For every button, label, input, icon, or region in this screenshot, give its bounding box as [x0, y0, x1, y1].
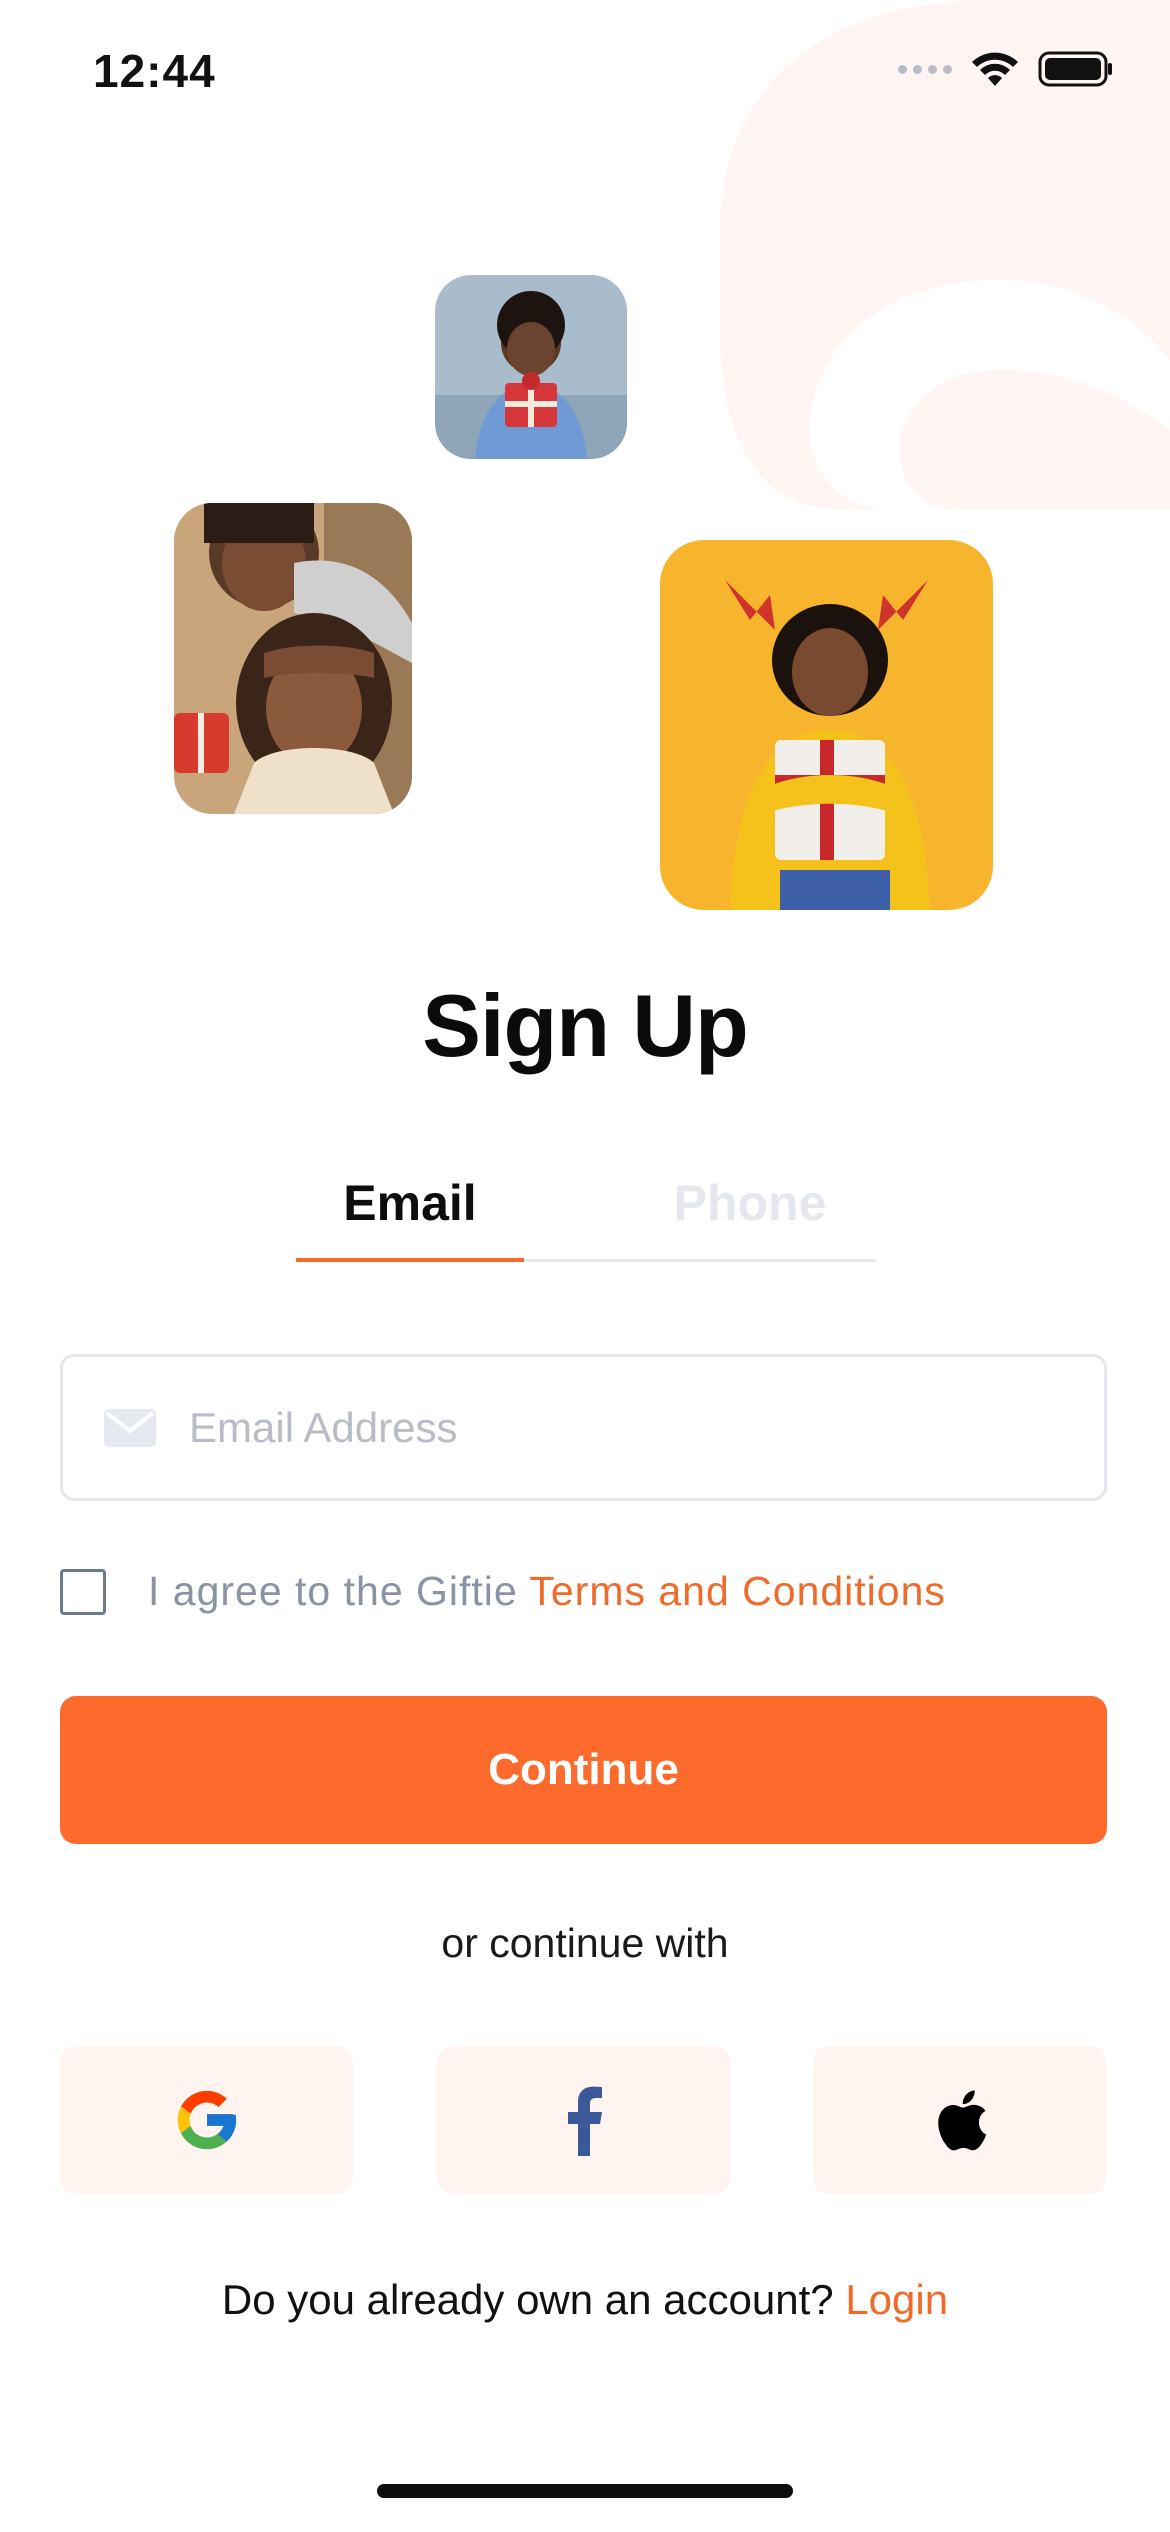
sign-up-screen: 12:44 Sign Up Email Phone Email Address …: [0, 0, 1170, 2532]
tab-email[interactable]: Email: [296, 1168, 524, 1262]
continue-button[interactable]: Continue: [60, 1696, 1107, 1844]
facebook-icon: [567, 2086, 602, 2156]
status-time: 12:44: [93, 45, 216, 97]
home-indicator[interactable]: [377, 2484, 793, 2498]
photo-woman-with-gifts: [660, 540, 993, 910]
battery-icon: [1038, 51, 1112, 87]
photo-man-with-gift: [435, 275, 627, 459]
terms-text: I agree to the Giftie Terms and Conditio…: [148, 1568, 946, 1615]
mail-icon: [103, 1408, 157, 1448]
terms-checkbox[interactable]: [60, 1568, 106, 1615]
apple-login-button[interactable]: [813, 2046, 1106, 2194]
status-icons: [898, 50, 1114, 88]
email-field[interactable]: [60, 1354, 1107, 1501]
login-row: Do you already own an account? Login: [0, 2276, 1170, 2324]
apple-icon: [937, 2090, 986, 2151]
auth-method-tabs: Email Phone: [296, 1168, 876, 1262]
page-title: Sign Up: [422, 976, 748, 1075]
cellular-signal-icon: [898, 64, 952, 74]
google-icon: [177, 2090, 236, 2150]
login-prompt: Do you already own an account?: [221, 2276, 846, 2323]
terms-link[interactable]: Terms and Conditions: [529, 1568, 946, 1614]
terms-prefix: I agree to the Giftie: [148, 1568, 530, 1614]
google-login-button[interactable]: [60, 2046, 353, 2194]
email-input[interactable]: [189, 1403, 1049, 1452]
facebook-login-button[interactable]: [437, 2046, 730, 2194]
terms-row: I agree to the Giftie Terms and Conditio…: [60, 1568, 946, 1615]
tab-phone[interactable]: Phone: [636, 1168, 864, 1262]
login-link[interactable]: Login: [845, 2276, 948, 2323]
or-continue-with-text: or continue with: [441, 1920, 729, 1966]
wifi-icon: [972, 52, 1018, 86]
photo-couple-surprise: [174, 503, 412, 814]
